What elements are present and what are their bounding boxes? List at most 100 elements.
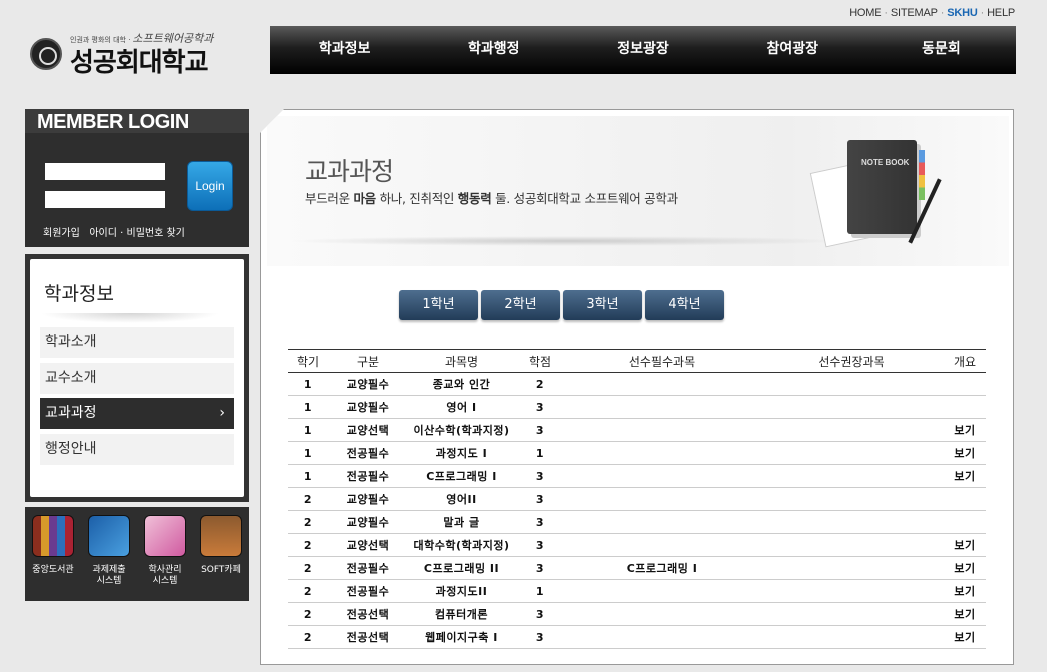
subtitle-emphasis: 행동력 — [457, 191, 492, 206]
cell-semester: 1 — [288, 372, 328, 396]
tab-grade-3[interactable]: 3학년 — [563, 290, 642, 320]
cell-credits: 3 — [515, 510, 565, 534]
sidebar-item-admin-guide[interactable]: 행정안내 — [40, 434, 234, 465]
cell-summary — [944, 487, 986, 511]
cell-category: 전공필수 — [328, 464, 408, 488]
sitemap-link[interactable]: SITEMAP — [891, 7, 938, 19]
login-button[interactable]: Login — [187, 161, 233, 211]
cell-course: 웹페이지구축 I — [408, 625, 515, 649]
cell-prereq-required: C프로그래밍 I — [565, 556, 759, 580]
quicklink-academic[interactable]: 학사관리 시스템 — [138, 515, 192, 601]
cell-credits: 3 — [515, 556, 565, 580]
cell-prereq-required — [565, 395, 759, 419]
home-link[interactable]: HOME — [849, 7, 881, 19]
cell-prereq-required — [565, 372, 759, 396]
grade-tabs: 1학년 2학년 3학년 4학년 — [399, 290, 724, 320]
subtitle-part: 부드러운 — [305, 191, 354, 206]
cell-summary — [944, 395, 986, 419]
cell-category: 전공선택 — [328, 625, 408, 649]
tab-grade-2[interactable]: 2학년 — [481, 290, 560, 320]
table-row: 2 전공필수 C프로그래밍 II 3 C프로그래밍 I 보기 — [288, 556, 986, 580]
cell-prereq-recommended — [759, 510, 944, 534]
cell-category: 전공필수 — [328, 556, 408, 580]
cell-prereq-recommended — [759, 625, 944, 649]
sidebar-item-curriculum[interactable]: 교과과정 › — [40, 398, 234, 429]
cell-prereq-recommended — [759, 464, 944, 488]
sidebar-item-intro[interactable]: 학과소개 — [40, 327, 234, 358]
view-summary-link[interactable]: 보기 — [944, 533, 986, 557]
user-id-input[interactable] — [45, 163, 165, 180]
table-row: 2 전공필수 과정지도II 1 보기 — [288, 579, 986, 603]
university-logo[interactable]: 인권과 평화의 대학 · 소프트웨어공학과 성공회대학교 — [28, 24, 258, 78]
login-title: MEMBER LOGIN — [37, 111, 189, 133]
col-header-course: 과목명 — [408, 349, 515, 373]
cell-prereq-recommended — [759, 395, 944, 419]
utility-links: HOME · SITEMAP · SKHU · HELP — [849, 7, 1015, 19]
cell-course: 과정지도 I — [408, 441, 515, 465]
table-row: 1 전공필수 과정지도 I 1 보기 — [288, 441, 986, 465]
cell-category: 교양선택 — [328, 533, 408, 557]
nav-item-dept-info[interactable]: 학과정보 — [270, 26, 419, 74]
nav-item-alumni[interactable]: 동문회 — [867, 26, 1016, 74]
page-hero: 교과과정 부드러운 마음 하나, 진취적인 행동력 둘. 성공회대학교 소프트웨… — [267, 116, 1009, 266]
cell-prereq-recommended — [759, 487, 944, 511]
cell-summary — [944, 372, 986, 396]
quicklink-cafe[interactable]: SOFT카페 — [194, 515, 248, 601]
quicklink-assignment[interactable]: 과제제출 시스템 — [82, 515, 136, 601]
skhu-link[interactable]: SKHU — [947, 7, 978, 19]
cell-prereq-required — [565, 602, 759, 626]
subtitle-emphasis: 마음 — [353, 191, 376, 206]
cell-category: 교양필수 — [328, 372, 408, 396]
cell-category: 교양필수 — [328, 510, 408, 534]
nav-item-participation[interactable]: 참여광장 — [718, 26, 867, 74]
cell-prereq-required — [565, 510, 759, 534]
password-input[interactable] — [45, 191, 165, 208]
main-nav: 학과정보 학과행정 정보광장 참여광장 동문회 — [270, 26, 1016, 74]
login-header: MEMBER LOGIN — [25, 109, 249, 133]
view-summary-link[interactable]: 보기 — [944, 602, 986, 626]
cell-credits: 3 — [515, 602, 565, 626]
divider — [40, 313, 220, 323]
cell-credits: 3 — [515, 625, 565, 649]
help-link[interactable]: HELP — [987, 7, 1015, 19]
cell-course: 대학수학(학과지정) — [408, 533, 515, 557]
view-summary-link[interactable]: 보기 — [944, 625, 986, 649]
quicklink-label: 중앙도서관 — [32, 565, 74, 575]
view-summary-link[interactable]: 보기 — [944, 418, 986, 442]
cell-course: 종교와 인간 — [408, 372, 515, 396]
quicklink-label: 학사관리 시스템 — [148, 565, 182, 586]
cell-prereq-recommended — [759, 579, 944, 603]
curriculum-table: 학기 구분 과목명 학점 선수필수과목 선수권장과목 개요 1 교양필수 종교와 인… — [288, 349, 986, 649]
view-summary-link[interactable]: 보기 — [944, 579, 986, 603]
view-summary-link[interactable]: 보기 — [944, 441, 986, 465]
view-summary-link[interactable]: 보기 — [944, 464, 986, 488]
table-row: 2 전공선택 컴퓨터개론 3 보기 — [288, 602, 986, 626]
quicklink-library[interactable]: 중앙도서관 — [26, 515, 80, 601]
nav-item-info-plaza[interactable]: 정보광장 — [568, 26, 717, 74]
cell-course: 영어 I — [408, 395, 515, 419]
cell-category: 전공필수 — [328, 441, 408, 465]
cell-prereq-recommended — [759, 418, 944, 442]
university-name: 성공회대학교 — [70, 48, 209, 78]
cell-prereq-required — [565, 533, 759, 557]
cell-course: 컴퓨터개론 — [408, 602, 515, 626]
page-title: 교과과정 — [305, 157, 394, 186]
view-summary-link[interactable]: 보기 — [944, 556, 986, 580]
cell-category: 교양필수 — [328, 395, 408, 419]
cell-semester: 2 — [288, 579, 328, 603]
cell-prereq-required — [565, 625, 759, 649]
table-header-row: 학기 구분 과목명 학점 선수필수과목 선수권장과목 개요 — [288, 349, 986, 373]
cell-prereq-required — [565, 464, 759, 488]
cell-semester: 1 — [288, 418, 328, 442]
cell-course: C프로그래밍 I — [408, 464, 515, 488]
tab-grade-1[interactable]: 1학년 — [399, 290, 478, 320]
join-link[interactable]: 회원가입 — [43, 228, 80, 239]
tab-grade-4[interactable]: 4학년 — [645, 290, 724, 320]
sidebar-item-faculty[interactable]: 교수소개 — [40, 363, 234, 394]
find-account-link[interactable]: 아이디 · 비밀번호 찾기 — [89, 228, 185, 239]
cell-semester: 2 — [288, 533, 328, 557]
col-header-semester: 학기 — [288, 349, 328, 373]
nav-item-dept-admin[interactable]: 학과행정 — [419, 26, 568, 74]
cell-semester: 2 — [288, 625, 328, 649]
cell-category: 전공필수 — [328, 579, 408, 603]
